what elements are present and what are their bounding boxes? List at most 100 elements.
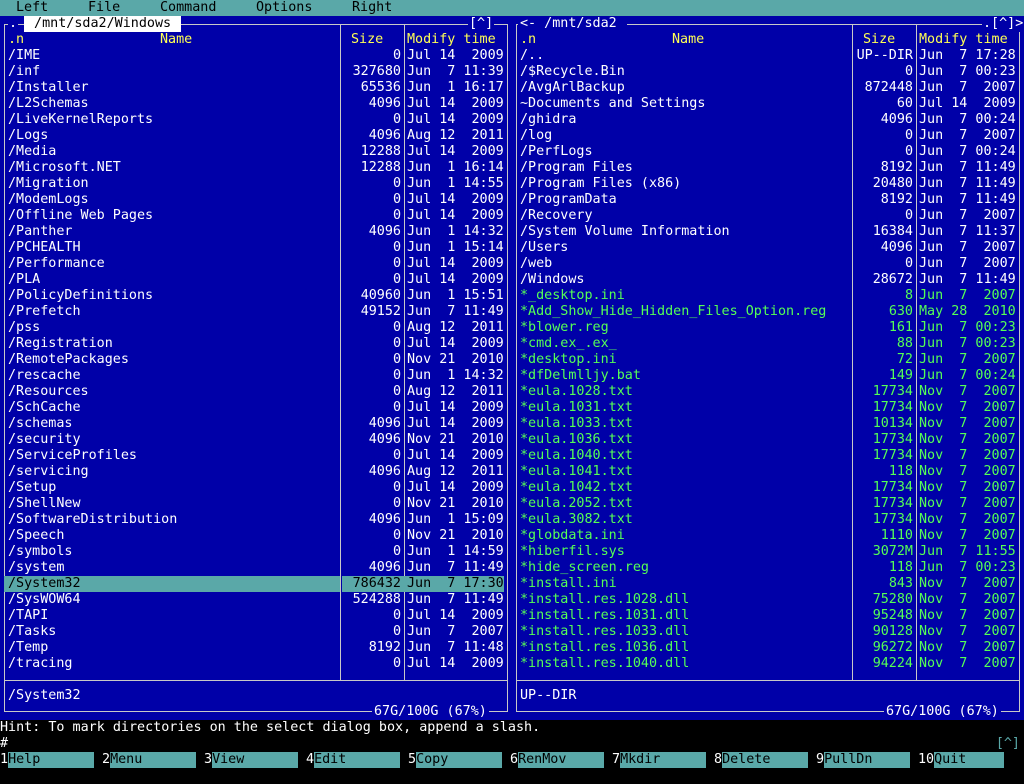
right-file-row[interactable]: *eula.2052.txt 17734 Nov 7 2007	[512, 496, 1024, 512]
left-file-row[interactable]: /LiveKernelReports 0 Jul 14 2009	[0, 112, 512, 128]
right-file-row[interactable]: /$Recycle.Bin 0 Jun 7 00:23	[512, 64, 1024, 80]
right-file-row[interactable]: /System Volume Information 16384 Jun 7 11:…	[512, 224, 1024, 240]
left-file-row[interactable]: /PLA 0 Jul 14 2009	[0, 272, 512, 288]
fkey-view[interactable]: 3View	[204, 752, 299, 768]
right-panel-hotlist-button[interactable]: .[^]>	[982, 16, 1024, 32]
left-file-row[interactable]: /symbols 0 Jun 1 14:59	[0, 544, 512, 560]
right-file-row[interactable]: *cmd.ex_.ex_ 88 Jun 7 00:23	[512, 336, 1024, 352]
left-file-row[interactable]: /inf 327680 Jun 7 11:39	[0, 64, 512, 80]
left-file-row[interactable]: /Setup 0 Jul 14 2009	[0, 480, 512, 496]
right-file-row[interactable]: /ghidra 4096 Jun 7 00:24	[512, 112, 1024, 128]
left-sort-indicator[interactable]: .n	[8, 32, 24, 48]
menu-left[interactable]: Left	[16, 0, 48, 16]
right-panel-path[interactable]: <- /mnt/sda2	[518, 16, 627, 32]
right-file-row[interactable]: /Program Files (x86) 20480 Jun 7 11:49	[512, 176, 1024, 192]
right-file-row[interactable]: /log 0 Jun 7 2007	[512, 128, 1024, 144]
right-file-row[interactable]: /PerfLogs 0 Jun 7 00:24	[512, 144, 1024, 160]
left-file-row[interactable]: /RemotePackages 0 Nov 21 2010	[0, 352, 512, 368]
right-sort-indicator[interactable]: .n	[520, 32, 536, 48]
left-panel-corner[interactable]: .	[8, 16, 19, 32]
left-file-row[interactable]: /SoftwareDistribution 4096 Jun 1 15:09	[0, 512, 512, 528]
left-file-row[interactable]: /Panther 4096 Jun 1 14:32	[0, 224, 512, 240]
menu-right[interactable]: Right	[352, 0, 392, 16]
left-file-row[interactable]: /system 4096 Jun 7 11:49	[0, 560, 512, 576]
right-file-row[interactable]: *Add_Show_Hide_Hidden_Files_Option.reg 63…	[512, 304, 1024, 320]
right-file-row[interactable]: *install.res.1040.dll 94224 Nov 7 2007	[512, 656, 1024, 672]
fkey-delete[interactable]: 8Delete	[714, 752, 809, 768]
fkey-edit[interactable]: 4Edit	[306, 752, 401, 768]
left-file-row[interactable]: /Temp 8192 Jun 7 11:48	[0, 640, 512, 656]
right-file-row[interactable]: /Program Files 8192 Jun 7 11:49	[512, 160, 1024, 176]
left-file-row[interactable]: /tracing 0 Jul 14 2009	[0, 656, 512, 672]
right-file-row[interactable]: *hiberfil.sys 3072M Jun 7 11:55	[512, 544, 1024, 560]
left-file-row[interactable]: /Offline Web Pages 0 Jul 14 2009	[0, 208, 512, 224]
left-file-row[interactable]: /Tasks 0 Jun 7 2007	[0, 624, 512, 640]
left-file-row[interactable]: /rescache 0 Jun 1 14:32	[0, 368, 512, 384]
menu-command[interactable]: Command	[160, 0, 216, 16]
left-file-row[interactable]: /Resources 0 Aug 12 2011	[0, 384, 512, 400]
left-file-row[interactable]: /Media 12288 Jul 14 2009	[0, 144, 512, 160]
right-header-size[interactable]: Size	[863, 32, 895, 48]
fkey-help[interactable]: 1Help	[0, 752, 95, 768]
left-header-mtime[interactable]: Modify time	[407, 32, 496, 48]
right-file-row[interactable]: *install.res.1033.dll 90128 Nov 7 2007	[512, 624, 1024, 640]
fkey-menu[interactable]: 2Menu	[102, 752, 197, 768]
right-file-row[interactable]: ~Documents and Settings 60 Jul 14 2009	[512, 96, 1024, 112]
right-panel[interactable]: <- /mnt/sda2 .[^]> .n Name Size Modify t…	[512, 16, 1024, 720]
right-file-row[interactable]: *desktop.ini 72 Jun 7 2007	[512, 352, 1024, 368]
left-file-row[interactable]: /Installer 65536 Jun 1 16:17	[0, 80, 512, 96]
left-file-row[interactable]: /Migration 0 Jun 1 14:55	[0, 176, 512, 192]
left-header-size[interactable]: Size	[351, 32, 383, 48]
right-file-row[interactable]: /Recovery 0 Jun 7 2007	[512, 208, 1024, 224]
right-file-row[interactable]: /.. UP--DIR Jun 7 17:28	[512, 48, 1024, 64]
right-file-row[interactable]: *eula.1041.txt 118 Nov 7 2007	[512, 464, 1024, 480]
right-file-row[interactable]: /Users 4096 Jun 7 2007	[512, 240, 1024, 256]
fkey-mkdir[interactable]: 7Mkdir	[612, 752, 707, 768]
right-file-row[interactable]: /AvgArlBackup 872448 Jun 7 2007	[512, 80, 1024, 96]
left-file-row[interactable]: /Speech 0 Nov 21 2010	[0, 528, 512, 544]
left-file-row[interactable]: /security 4096 Nov 21 2010	[0, 432, 512, 448]
fkey-renmov[interactable]: 6RenMov	[510, 752, 605, 768]
right-file-row[interactable]: *install.res.1031.dll 95248 Nov 7 2007	[512, 608, 1024, 624]
right-file-row[interactable]: *_desktop.ini 8 Jun 7 2007	[512, 288, 1024, 304]
menu-file[interactable]: File	[88, 0, 120, 16]
right-header-mtime[interactable]: Modify time	[919, 32, 1008, 48]
fkey-copy[interactable]: 5Copy	[408, 752, 503, 768]
left-file-row[interactable]: /Performance 0 Jul 14 2009	[0, 256, 512, 272]
left-file-row[interactable]: /PCHEALTH 0 Jun 1 15:14	[0, 240, 512, 256]
right-file-row[interactable]: *eula.1042.txt 17734 Nov 7 2007	[512, 480, 1024, 496]
left-file-row[interactable]: /ShellNew 0 Nov 21 2010	[0, 496, 512, 512]
right-file-row[interactable]: /ProgramData 8192 Jun 7 11:49	[512, 192, 1024, 208]
right-file-row[interactable]: *eula.1028.txt 17734 Nov 7 2007	[512, 384, 1024, 400]
right-file-row[interactable]: *eula.1033.txt 10134 Nov 7 2007	[512, 416, 1024, 432]
right-file-row[interactable]: *hide_screen.reg 118 Jun 7 00:23	[512, 560, 1024, 576]
command-prompt[interactable]: #	[0, 736, 8, 752]
right-file-row[interactable]: *eula.3082.txt 17734 Nov 7 2007	[512, 512, 1024, 528]
left-file-row[interactable]: /Microsoft.NET 12288 Jun 1 16:14	[0, 160, 512, 176]
left-file-row[interactable]: /System32 786432 Jun 7 17:30	[4, 576, 504, 592]
left-file-row[interactable]: /Registration 0 Jul 14 2009	[0, 336, 512, 352]
right-file-row[interactable]: /web 0 Jun 7 2007	[512, 256, 1024, 272]
left-file-row[interactable]: /TAPI 0 Jul 14 2009	[0, 608, 512, 624]
right-header-name[interactable]: Name	[672, 32, 704, 48]
left-panel-hotlist-button[interactable]: [^]	[468, 16, 495, 32]
left-file-row[interactable]: /L2Schemas 4096 Jul 14 2009	[0, 96, 512, 112]
fkey-quit[interactable]: 10Quit	[918, 752, 1005, 768]
left-file-row[interactable]: /servicing 4096 Aug 12 2011	[0, 464, 512, 480]
right-file-row[interactable]: *eula.1040.txt 17734 Nov 7 2007	[512, 448, 1024, 464]
command-line[interactable]: # [^]	[0, 736, 1024, 752]
left-panel-path[interactable]: /mnt/sda2/Windows	[24, 16, 182, 32]
left-file-row[interactable]: /ServiceProfiles 0 Jul 14 2009	[0, 448, 512, 464]
right-file-row[interactable]: *globdata.ini 1110 Nov 7 2007	[512, 528, 1024, 544]
right-file-row[interactable]: /Windows 28672 Jun 7 11:49	[512, 272, 1024, 288]
left-file-row[interactable]: /SchCache 0 Jul 14 2009	[0, 400, 512, 416]
left-file-row[interactable]: /Prefetch 49152 Jun 7 11:49	[0, 304, 512, 320]
right-file-row[interactable]: *eula.1036.txt 17734 Nov 7 2007	[512, 432, 1024, 448]
left-file-row[interactable]: /IME 0 Jul 14 2009	[0, 48, 512, 64]
left-file-row[interactable]: /pss 0 Aug 12 2011	[0, 320, 512, 336]
left-panel[interactable]: . /mnt/sda2/Windows [^] .n Name Size Mod…	[0, 16, 512, 720]
right-file-row[interactable]: *install.res.1036.dll 96272 Nov 7 2007	[512, 640, 1024, 656]
right-file-row[interactable]: *eula.1031.txt 17734 Nov 7 2007	[512, 400, 1024, 416]
fkey-pulldn[interactable]: 9PullDn	[816, 752, 911, 768]
right-file-row[interactable]: *blower.reg 161 Jun 7 00:23	[512, 320, 1024, 336]
